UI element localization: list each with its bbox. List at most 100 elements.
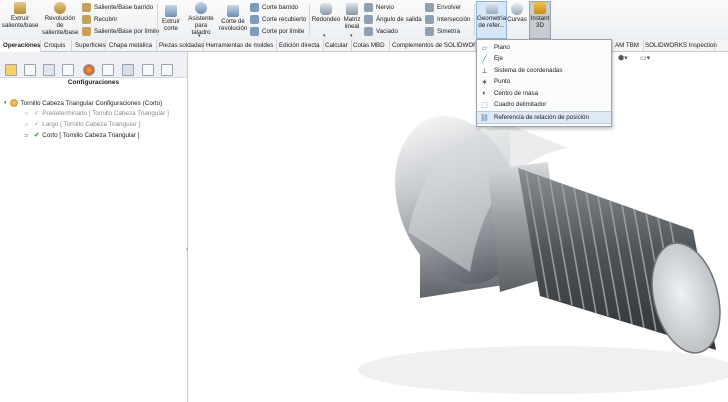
lofted-cut-icon xyxy=(250,15,259,24)
shell-button[interactable]: Vaciado xyxy=(364,27,398,36)
instant3d-button[interactable]: Instant 3D xyxy=(529,1,551,39)
draft-button[interactable]: Ángulo de salida xyxy=(364,15,422,24)
dropdown-arrow-icon[interactable]: ▾ xyxy=(350,33,353,39)
tab-direct-editing[interactable]: Edición directa xyxy=(276,40,324,51)
boundary-cut-button[interactable]: Corte por límite xyxy=(250,27,304,36)
property-manager-icon[interactable] xyxy=(24,64,36,76)
rib-button[interactable]: Nervio xyxy=(364,3,394,12)
linear-pattern-label: Matriz lineal xyxy=(343,16,361,31)
instant3d-icon xyxy=(534,2,546,14)
menu-item-label: Punto xyxy=(494,78,511,85)
command-manager-ribbon: Extruir saliente/base Revolución de sali… xyxy=(0,0,728,41)
coordinate-system-icon: ⊥ xyxy=(481,67,488,75)
bounding-box-icon: ⬚ xyxy=(481,101,488,109)
menu-item-point[interactable]: ∗ Punto xyxy=(477,76,611,87)
menu-item-label: Centro de masa xyxy=(494,90,539,97)
wrap-label: Envolver xyxy=(437,4,462,11)
revolve-label: Revolución de saliente/base xyxy=(42,15,79,37)
menu-item-plane[interactable]: ▱ Plano xyxy=(477,42,611,53)
model-shadow xyxy=(358,346,728,394)
display-manager-icon[interactable] xyxy=(83,64,95,76)
center-of-mass-icon: ◐ xyxy=(482,90,487,97)
derived-config-icon: ⊃ xyxy=(24,132,29,139)
revolve-icon xyxy=(54,2,66,14)
tab-weldments[interactable]: Piezas soldadas xyxy=(156,40,204,51)
configuration-root[interactable]: ▾ Tornillo Cabeza Triangular Configuraci… xyxy=(4,99,162,107)
configuration-item-default[interactable]: ⊃ ✓ Predeterminado [ Tornillo Cabeza Tri… xyxy=(24,110,169,117)
display-style-icon[interactable]: ▭▾ xyxy=(640,54,650,62)
tab-sheet-metal[interactable]: Chapa metálica xyxy=(106,40,157,51)
view-orientation-icon[interactable]: ⬢▾ xyxy=(618,54,628,62)
fillet-button[interactable]: Redondeo xyxy=(311,3,341,23)
configuration-root-label: Tornillo Cabeza Triangular Configuracion… xyxy=(20,99,163,107)
revolve-cut-label: Corte de revolución xyxy=(219,18,248,33)
tab-features[interactable]: Operaciones xyxy=(0,40,41,52)
boundary-cut-label: Corte por límite xyxy=(262,28,305,35)
tab-am-tbm[interactable]: AM TBM xyxy=(612,40,644,51)
tab-solidworks-addins[interactable]: Complementos de SOLIDWORKS xyxy=(389,40,476,51)
instant3d-label: Instant 3D xyxy=(530,15,550,30)
tab-mbd-dimensions[interactable]: Cotas MBD xyxy=(350,40,390,51)
active-check-icon: ✔ xyxy=(34,132,40,139)
linear-pattern-button[interactable]: Matriz lineal xyxy=(342,3,362,30)
intersect-button[interactable]: Intersección xyxy=(425,15,470,24)
dropdown-arrow-icon[interactable]: ▾ xyxy=(198,33,201,39)
configuration-manager-icon[interactable] xyxy=(43,64,55,76)
revolve-boss-button[interactable]: Revolución de saliente/base xyxy=(42,2,78,36)
shell-label: Vaciado xyxy=(376,28,398,35)
swept-cut-button[interactable]: Corte barrido xyxy=(250,3,298,12)
fillet-label: Redondeo xyxy=(311,16,341,23)
menu-item-axis[interactable]: ╱ Eje xyxy=(477,53,611,64)
menu-item-coordinate-system[interactable]: ⊥ Sistema de coordenadas xyxy=(477,65,611,76)
intersect-label: Intersección xyxy=(437,16,471,23)
configuration-item-long[interactable]: ⊃ ✓ Largo [ Tornillo Cabeza Triangular ] xyxy=(24,121,140,128)
menu-item-mate-reference[interactable]: ⛓ Referencia de relación de posición xyxy=(477,111,611,124)
axis-icon: ╱ xyxy=(482,55,487,63)
cam-tool-icon[interactable] xyxy=(142,64,154,76)
cam-operation-icon[interactable] xyxy=(122,64,134,76)
reference-geometry-icon xyxy=(485,2,498,14)
tab-solidworks-inspection[interactable]: SOLIDWORKS Inspection xyxy=(642,40,717,51)
curves-icon xyxy=(511,3,523,15)
tab-surfaces[interactable]: Superficies xyxy=(72,40,106,51)
fillet-icon xyxy=(320,3,332,15)
extrude-boss-button[interactable]: Extruir saliente/base xyxy=(2,2,38,29)
curves-button[interactable]: Curvas xyxy=(507,3,527,23)
dimxpert-icon[interactable] xyxy=(62,64,74,76)
hole-wizard-button[interactable]: Asistente para taladro xyxy=(186,2,216,36)
tab-mold-tools[interactable]: Herramientas de moldes xyxy=(203,40,277,51)
mirror-button[interactable]: Simetría xyxy=(425,27,460,36)
shell-icon xyxy=(364,27,373,36)
configuration-manager-panel: Configuraciones ▾ Tornillo Cabeza Triang… xyxy=(0,52,188,402)
dropdown-arrow-icon[interactable]: ▾ xyxy=(323,33,326,39)
menu-item-bounding-box[interactable]: ⬚ Cuadro delimitador xyxy=(477,99,611,110)
mirror-icon xyxy=(425,27,434,36)
revolve-cut-icon xyxy=(227,5,239,17)
derived-config-icon: ⊃ xyxy=(24,121,29,128)
expand-arrow-icon[interactable]: ▾ xyxy=(4,100,7,106)
intersect-icon xyxy=(425,15,434,24)
menu-item-center-of-mass[interactable]: ◐ Centro de masa xyxy=(477,88,611,99)
lofted-cut-button[interactable]: Corte recubierto xyxy=(250,15,306,24)
configuration-item-short[interactable]: ⊃ ✔ Corto [ Tornillo Cabeza Triangular ] xyxy=(24,132,139,139)
swept-boss-button[interactable]: Saliente/Base barrido xyxy=(82,3,153,12)
inactive-check-icon: ✓ xyxy=(34,121,40,128)
extrude-label: Extruir saliente/base xyxy=(2,15,39,30)
cam-feature-icon[interactable] xyxy=(102,64,114,76)
mirror-label: Simetría xyxy=(437,28,461,35)
reference-geometry-button[interactable]: Geometría de refer... xyxy=(476,1,507,39)
graphics-area xyxy=(188,52,728,402)
part-configurations-icon xyxy=(9,99,18,107)
loft-button[interactable]: Recubrir xyxy=(82,15,117,24)
loft-icon xyxy=(82,15,91,24)
boundary-boss-button[interactable]: Saliente/Base por límite xyxy=(82,27,159,36)
revolve-cut-button[interactable]: Corte de revolución xyxy=(219,5,247,32)
tab-evaluate[interactable]: Calcular xyxy=(322,40,352,51)
feature-manager-icon[interactable] xyxy=(5,64,17,76)
ribbon-divider xyxy=(474,4,475,36)
cam-nc-icon[interactable] xyxy=(161,64,173,76)
panel-title: Configuraciones xyxy=(67,79,120,86)
extrude-cut-button[interactable]: Extruir corte xyxy=(159,5,183,32)
tab-sketch[interactable]: Croquis xyxy=(41,40,72,51)
wrap-button[interactable]: Envolver xyxy=(425,3,461,12)
